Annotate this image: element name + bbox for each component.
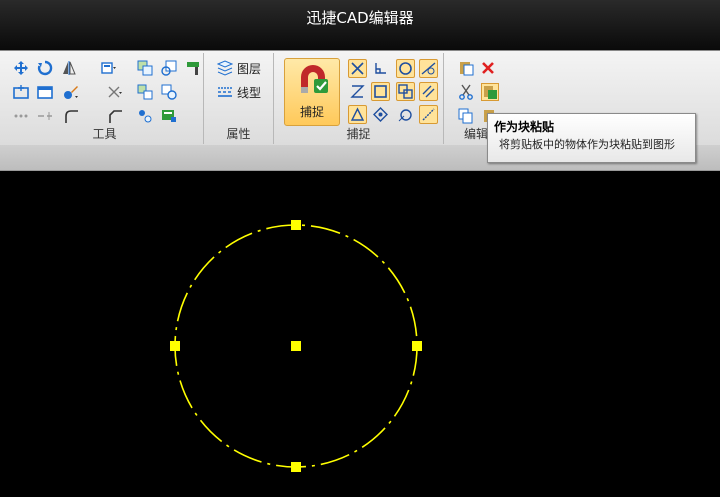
grip-right[interactable] <box>412 341 422 351</box>
layers-icon <box>216 59 234 77</box>
tools-group: 工具 <box>6 53 204 144</box>
linetype-button[interactable]: 线型 <box>216 82 261 102</box>
chamfer-icon[interactable] <box>106 107 124 125</box>
edit-block-icon[interactable] <box>136 107 154 125</box>
app-window: 迅捷CAD编辑器 工具 图层 线型 属性 捕捉 捕捉 编辑 作为块粘贴 将剪贴板… <box>0 0 720 497</box>
extend-icon[interactable] <box>136 83 154 101</box>
snap-group-label: 捕捉 <box>346 127 371 141</box>
rotate-icon[interactable] <box>36 59 54 77</box>
grip-bottom[interactable] <box>291 462 301 472</box>
tools-group-label: 工具 <box>92 127 117 141</box>
snap-insertion-icon[interactable] <box>396 82 415 101</box>
layer-label: 图层 <box>237 61 262 76</box>
snap-quadrant-icon[interactable] <box>371 105 390 124</box>
drawing-svg <box>170 220 422 472</box>
snap-extension-icon[interactable] <box>419 105 438 124</box>
snap-button-label: 捕捉 <box>299 105 324 119</box>
scale-icon[interactable] <box>160 59 178 77</box>
trim-icon[interactable] <box>106 83 124 101</box>
array-icon[interactable] <box>99 59 117 77</box>
offset-icon[interactable] <box>160 83 178 101</box>
explode-icon[interactable] <box>12 83 30 101</box>
snap-nearest-icon[interactable] <box>396 105 415 124</box>
snap-parallel-icon[interactable] <box>419 82 438 101</box>
snap-tangent-icon[interactable] <box>419 59 438 78</box>
copy-object-icon[interactable] <box>136 59 154 77</box>
join-icon[interactable] <box>36 107 54 125</box>
properties-match-icon[interactable] <box>184 59 202 77</box>
snap-apparent-icon[interactable] <box>348 82 367 101</box>
break-icon[interactable] <box>12 107 30 125</box>
snap-toggle-button[interactable]: 捕捉 <box>284 58 340 126</box>
delete-icon[interactable] <box>479 59 497 77</box>
paste-as-block-icon[interactable] <box>481 83 499 101</box>
properties-group: 图层 线型 属性 <box>204 53 274 144</box>
linetype-icon <box>216 83 234 101</box>
window-stretch-icon[interactable] <box>36 83 54 101</box>
pencil-dropdown-icon[interactable] <box>62 83 80 101</box>
insert-block-icon[interactable] <box>160 107 178 125</box>
cut-icon[interactable] <box>457 83 475 101</box>
fillet-icon[interactable] <box>62 107 80 125</box>
move-icon[interactable] <box>12 59 30 77</box>
mirror-icon[interactable] <box>60 59 78 77</box>
window-title: 迅捷CAD编辑器 <box>306 9 414 27</box>
layer-button[interactable]: 图层 <box>216 58 261 78</box>
paste-icon[interactable] <box>457 59 475 77</box>
drawing-canvas[interactable] <box>0 171 720 497</box>
snap-intersection-icon[interactable] <box>348 59 367 78</box>
paste-as-block-tooltip: 作为块粘贴 将剪贴板中的物体作为块粘贴到图形 <box>487 113 696 163</box>
grip-left[interactable] <box>170 341 180 351</box>
snap-perpendicular-icon[interactable] <box>371 59 390 78</box>
snap-center-icon[interactable] <box>396 59 415 78</box>
snap-square-icon[interactable] <box>371 82 390 101</box>
tooltip-title: 作为块粘贴 <box>494 120 555 134</box>
magnet-snap-icon <box>297 63 329 97</box>
snap-midpoint-icon[interactable] <box>348 105 367 124</box>
copy-icon[interactable] <box>457 107 475 125</box>
grip-center[interactable] <box>291 341 301 351</box>
tooltip-description: 将剪贴板中的物体作为块粘贴到图形 <box>499 138 675 151</box>
grip-top[interactable] <box>291 220 301 230</box>
properties-group-label: 属性 <box>226 127 251 141</box>
title-bar: 迅捷CAD编辑器 <box>0 0 720 50</box>
linetype-label: 线型 <box>237 85 262 100</box>
